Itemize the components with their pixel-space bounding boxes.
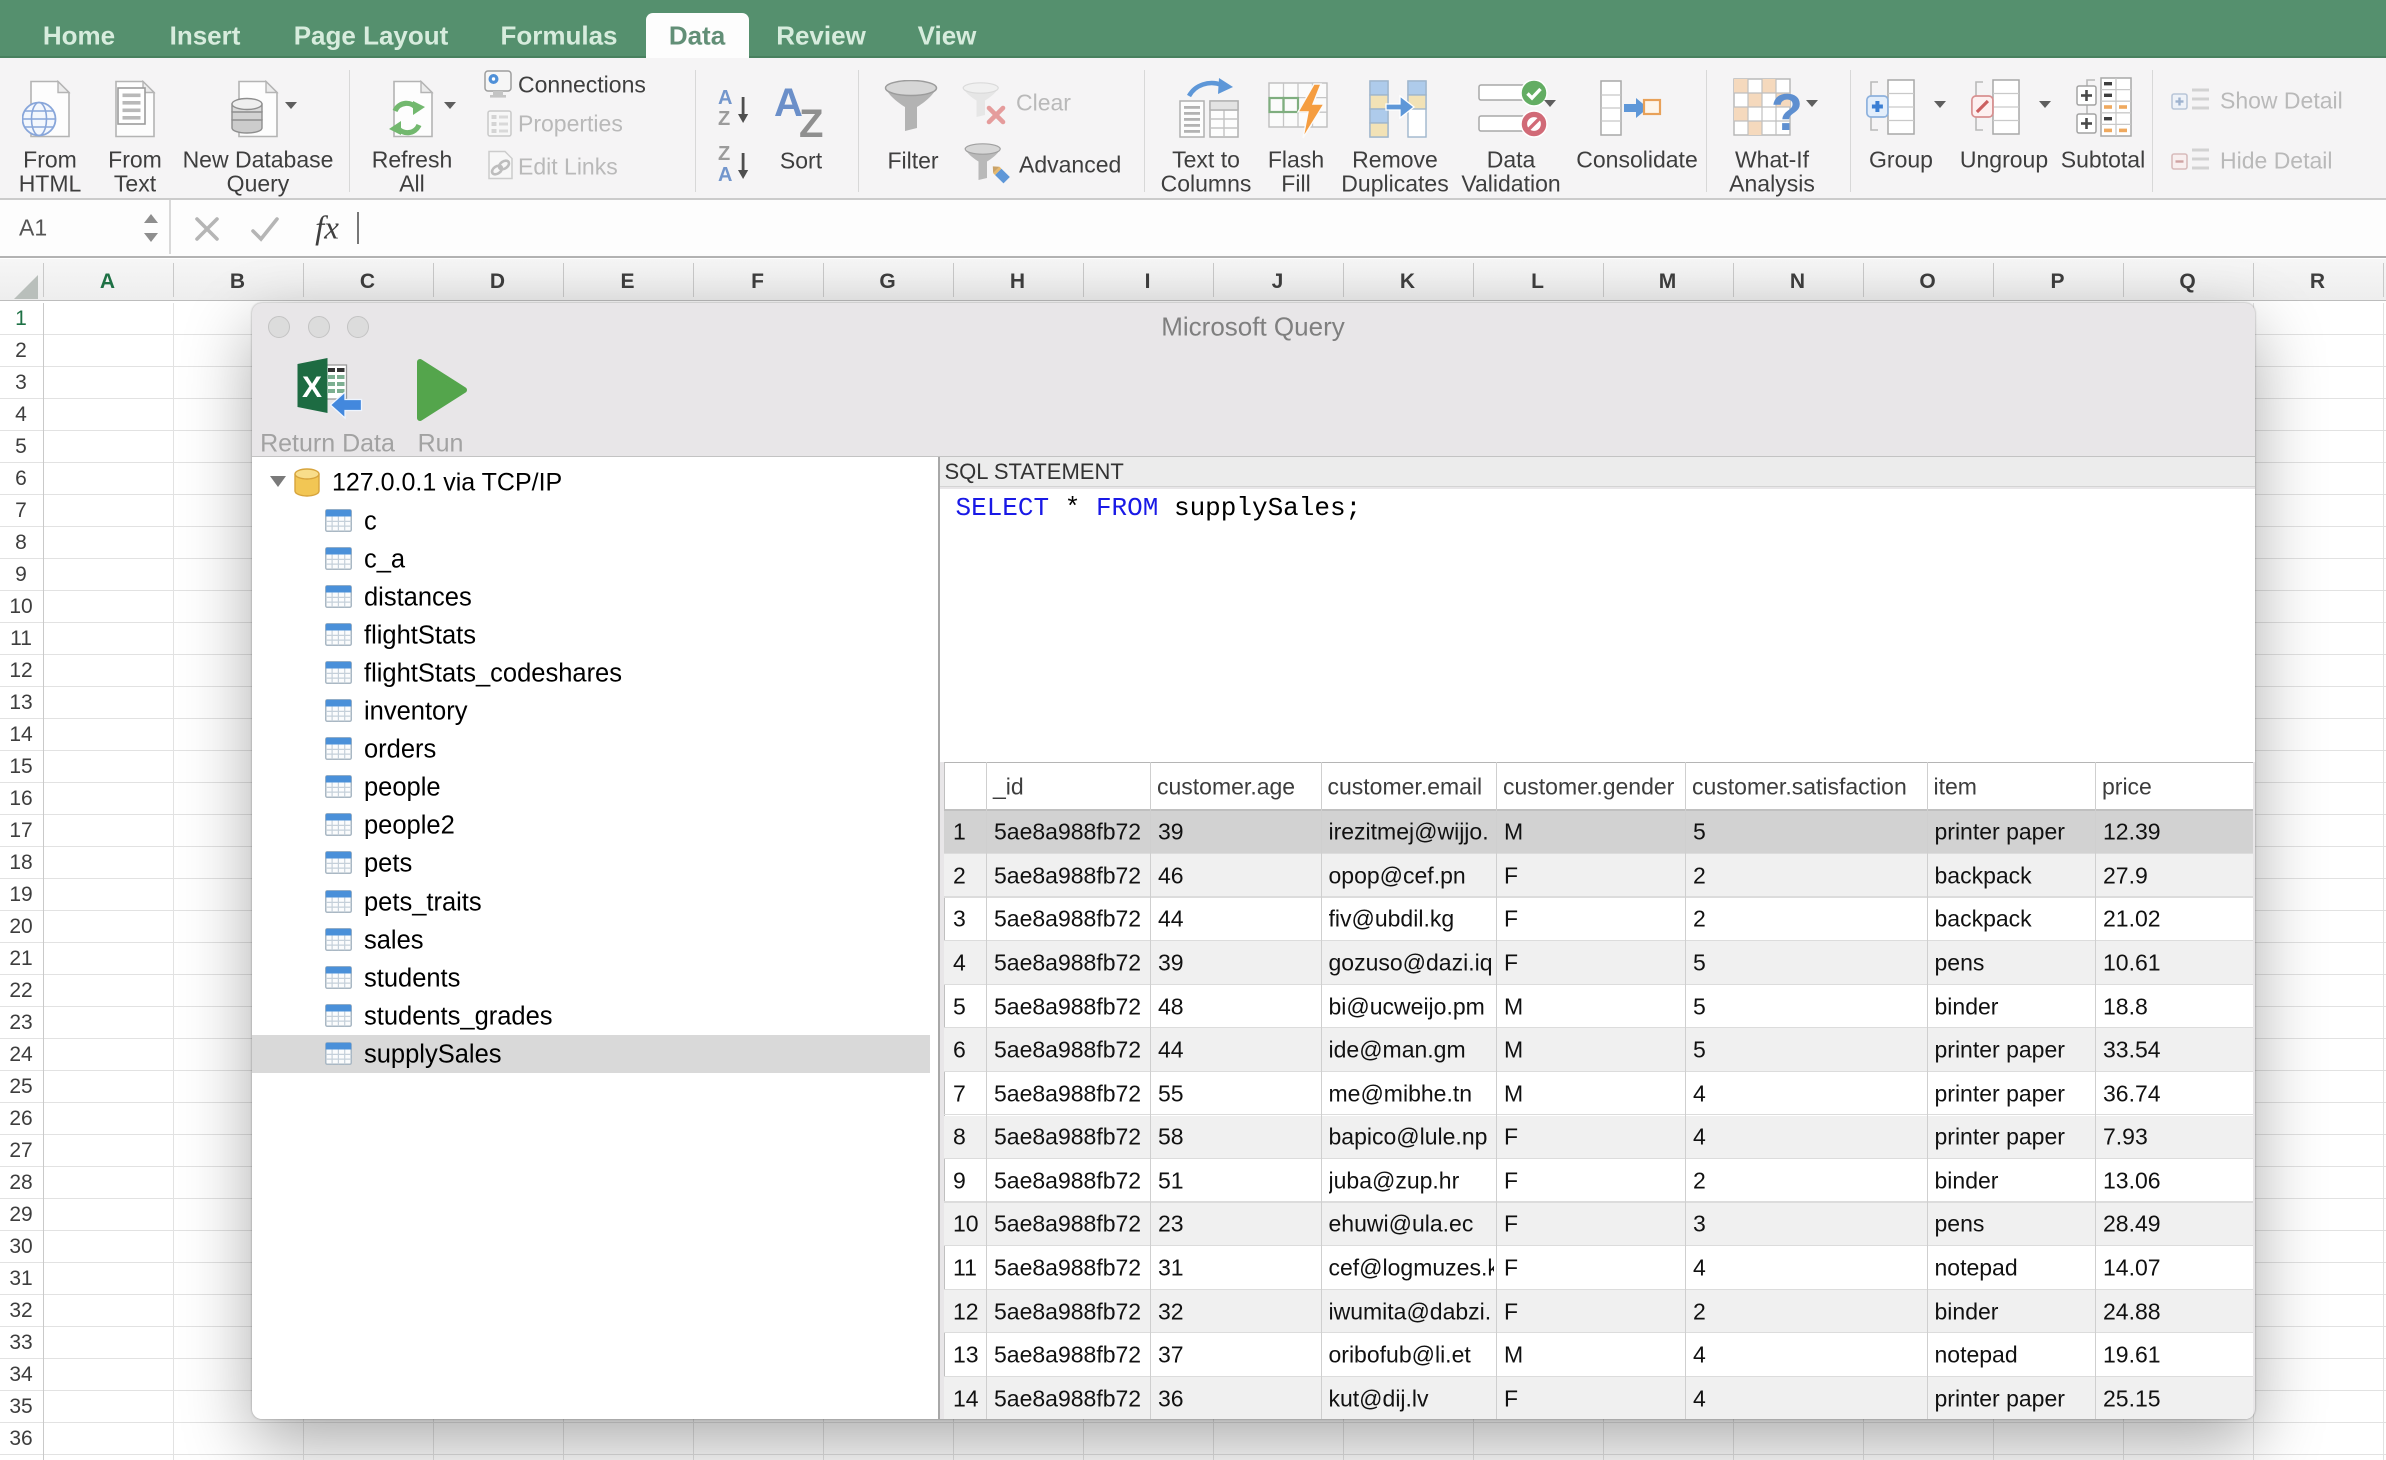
svg-text:A: A bbox=[718, 164, 732, 185]
svg-text:Z: Z bbox=[718, 108, 730, 130]
svg-text:A: A bbox=[718, 87, 732, 109]
svg-text:?: ? bbox=[1771, 84, 1803, 138]
svg-text:Z: Z bbox=[799, 102, 823, 140]
svg-text:X: X bbox=[302, 371, 322, 404]
svg-text:Z: Z bbox=[718, 143, 730, 165]
